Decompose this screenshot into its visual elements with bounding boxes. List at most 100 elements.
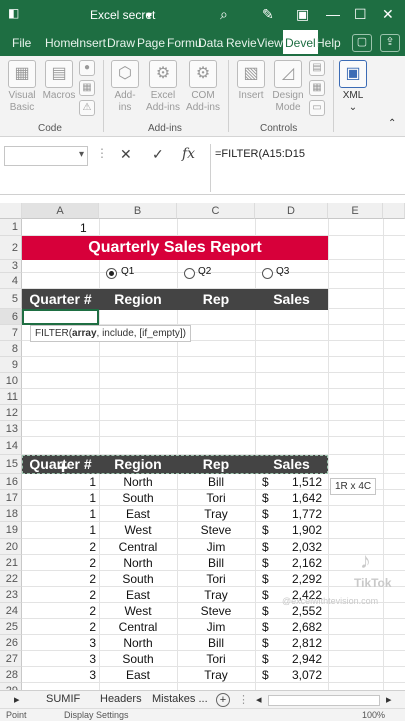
column-header-d[interactable]: D: [255, 203, 328, 219]
tab-review[interactable]: Revie: [226, 36, 257, 50]
title-dropdown-icon[interactable]: ▾: [146, 8, 152, 22]
row-header[interactable]: 26: [0, 635, 22, 651]
visual-basic-button[interactable]: ▦ Visual Basic: [4, 60, 40, 114]
column-header-c[interactable]: C: [177, 203, 255, 219]
tab-page-layout[interactable]: Page: [137, 36, 165, 50]
insert-function-icon[interactable]: fx: [182, 146, 195, 162]
row-header[interactable]: 1: [0, 219, 22, 236]
cell-sales[interactable]: 2,032: [270, 540, 322, 554]
cell-quarter[interactable]: 2: [22, 572, 96, 586]
column-header-b[interactable]: B: [99, 203, 177, 219]
column-header-f[interactable]: [383, 203, 405, 219]
scroll-left-icon[interactable]: ◂: [256, 693, 262, 706]
row-header[interactable]: 13: [0, 421, 22, 437]
collapse-ribbon-icon[interactable]: ⌃: [388, 118, 396, 129]
tab-file[interactable]: File: [12, 36, 31, 50]
ribbon-display-icon[interactable]: ▣: [296, 6, 309, 22]
scroll-right-icon[interactable]: ▸: [386, 693, 392, 706]
sidebar-toggle-icon[interactable]: ◧: [8, 6, 19, 20]
tab-draw[interactable]: Draw: [107, 36, 135, 50]
design-mode-button[interactable]: ◿ Design Mode: [270, 60, 306, 114]
minimize-icon[interactable]: —: [326, 6, 340, 22]
cell-sales[interactable]: 1,512: [270, 475, 322, 489]
row-header[interactable]: 17: [0, 490, 22, 506]
row-header[interactable]: 9: [0, 357, 22, 373]
row-header[interactable]: 11: [0, 389, 22, 405]
cell-rep[interactable]: Bill: [177, 475, 255, 489]
cell-rep[interactable]: Tray: [177, 668, 255, 682]
cell-region[interactable]: South: [99, 652, 177, 666]
macro-security-button[interactable]: ⚠: [78, 100, 96, 118]
cell-region[interactable]: West: [99, 604, 177, 618]
select-all-corner[interactable]: [0, 203, 22, 219]
cell-region[interactable]: North: [99, 556, 177, 570]
row-header[interactable]: 21: [0, 555, 22, 571]
cell-rep[interactable]: Tori: [177, 652, 255, 666]
cell-rep[interactable]: Tray: [177, 588, 255, 602]
cell-region[interactable]: Central: [99, 620, 177, 634]
row-header[interactable]: 3: [0, 260, 22, 273]
cell-quarter[interactable]: 3: [22, 668, 96, 682]
radio-q2[interactable]: [184, 268, 195, 279]
cell-sales[interactable]: 2,292: [270, 572, 322, 586]
close-icon[interactable]: ✕: [382, 6, 394, 22]
row-header[interactable]: 25: [0, 619, 22, 635]
radio-q1[interactable]: [106, 268, 117, 279]
display-settings[interactable]: Display Settings: [64, 710, 129, 720]
cell-quarter[interactable]: 1: [22, 507, 96, 521]
row-header[interactable]: 22: [0, 571, 22, 587]
enter-icon[interactable]: ✓: [152, 146, 164, 163]
worksheet-grid[interactable]: A B C D E 1 2 3 4 5 6 7 8 9 10 11 12 13 14 15 16 17 18 19 2…: [0, 203, 405, 690]
cell-sales[interactable]: 2,552: [270, 604, 322, 618]
row-header[interactable]: 5: [0, 289, 22, 309]
row-header[interactable]: 2: [0, 236, 22, 260]
cell-a1[interactable]: 1: [80, 221, 87, 235]
tab-home[interactable]: Home: [45, 36, 77, 50]
cell-region[interactable]: South: [99, 572, 177, 586]
cell-region[interactable]: West: [99, 523, 177, 537]
cell-sales[interactable]: 3,072: [270, 668, 322, 682]
horizontal-scrollbar[interactable]: [268, 695, 380, 706]
column-header-a[interactable]: A: [22, 203, 99, 219]
cell-sales[interactable]: 2,812: [270, 636, 322, 650]
cell-rep[interactable]: Tori: [177, 572, 255, 586]
run-dialog-button[interactable]: ▭: [308, 100, 326, 118]
row-header[interactable]: 10: [0, 373, 22, 389]
view-code-button[interactable]: ▦: [308, 80, 326, 98]
cell-region[interactable]: East: [99, 507, 177, 521]
cell-rep[interactable]: Steve: [177, 604, 255, 618]
relative-references-button[interactable]: ▦: [78, 80, 96, 98]
tab-developer[interactable]: Devel: [283, 30, 318, 56]
cell-quarter[interactable]: 2: [22, 620, 96, 634]
row-header[interactable]: 16: [0, 474, 22, 490]
cell-rep[interactable]: Jim: [177, 620, 255, 634]
cell-sales[interactable]: 1,772: [270, 507, 322, 521]
row-header[interactable]: 12: [0, 405, 22, 421]
tab-formulas[interactable]: Formu: [167, 36, 202, 50]
chevron-down-icon[interactable]: ▾: [79, 149, 84, 160]
cell-rep[interactable]: Steve: [177, 523, 255, 537]
tab-help[interactable]: Help: [316, 36, 341, 50]
cancel-icon[interactable]: ✕: [120, 146, 132, 163]
row-header[interactable]: 7: [0, 325, 22, 341]
pen-icon[interactable]: ✎: [262, 6, 274, 22]
sheet-bar-menu-icon[interactable]: ⋮: [238, 693, 249, 706]
zoom-level[interactable]: 100%: [362, 710, 385, 720]
row-header[interactable]: 23: [0, 587, 22, 603]
cell-rep[interactable]: Tray: [177, 507, 255, 521]
formula-bar-menu-icon[interactable]: ⋮: [96, 146, 108, 160]
tab-view[interactable]: View: [257, 36, 283, 50]
macros-button[interactable]: ▤ Macros: [42, 60, 76, 102]
cell-region[interactable]: East: [99, 588, 177, 602]
row-header[interactable]: 14: [0, 437, 22, 455]
sheet-tab-mistakes[interactable]: Mistakes ...: [152, 693, 208, 705]
cell-sales[interactable]: 2,942: [270, 652, 322, 666]
active-cell-a6[interactable]: [22, 309, 99, 325]
cell-quarter[interactable]: 2: [22, 540, 96, 554]
row-header[interactable]: 28: [0, 667, 22, 683]
cell-rep[interactable]: Bill: [177, 636, 255, 650]
radio-q3[interactable]: [262, 268, 273, 279]
row-header[interactable]: 27: [0, 651, 22, 667]
com-add-ins-button[interactable]: ⚙ COM Add-ins: [184, 60, 222, 114]
maximize-icon[interactable]: ☐: [354, 6, 367, 22]
